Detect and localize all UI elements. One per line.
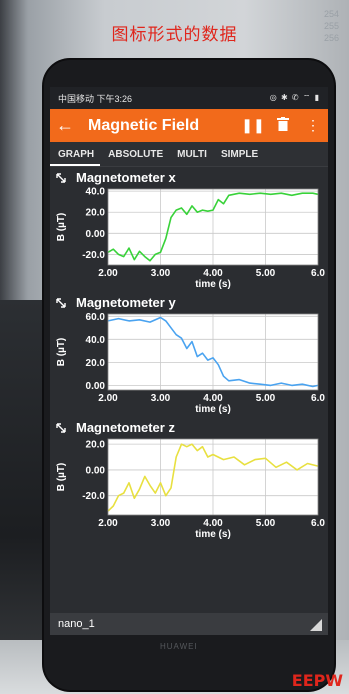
y-tick-label: 20.0 — [86, 358, 106, 369]
magnetometer-x-chart: 40.0 20.0 0.00 -20.0 2.00 3.00 4.00 5.00 6.0 time… — [56, 187, 325, 290]
magnetometer-z-panel: Magnetometer z 20.0 0.00 -20.0 2.00 3.00 4.00… — [50, 417, 328, 542]
overlay-caption: 图标形式的数据 — [111, 25, 238, 45]
more-options-icon[interactable]: ⋮ — [298, 117, 328, 134]
y-axis-label: B (µT) — [56, 213, 67, 242]
tab-bar: GRAPH ABSOLUTE MULTI SIMPLE — [50, 142, 328, 167]
y-tick-label: 40.0 — [86, 187, 106, 198]
background-number: 256 — [323, 33, 339, 43]
x-tick-label: 4.00 — [203, 268, 223, 279]
delete-icon[interactable] — [268, 117, 298, 134]
tab-simple[interactable]: SIMPLE — [213, 149, 264, 166]
trash-icon — [277, 117, 289, 131]
phone-screen: 中国移动 下午3:26 ◎ ✱ ✆ ⌔ ▮ ← Magnetic Field ❚… — [50, 87, 328, 635]
x-tick-label: 5.00 — [256, 518, 276, 529]
x-axis-label: time (s) — [195, 279, 231, 290]
x-axis-label: time (s) — [195, 529, 231, 540]
back-arrow-icon[interactable]: ← — [50, 115, 80, 136]
y-axis-label: B (µT) — [56, 463, 67, 492]
app-bar: ← Magnetic Field ❚❚ ⋮ — [50, 109, 328, 142]
y-tick-label: 20.0 — [86, 208, 106, 219]
x-tick-label: 6.0 — [311, 518, 325, 529]
y-tick-label: 60.0 — [86, 312, 106, 323]
background-numbers: 254 255 256 — [324, 8, 339, 44]
y-tick-label: -20.0 — [82, 250, 105, 261]
watermark-logo: EEPW — [291, 671, 343, 690]
device-name: nano_1 — [58, 618, 95, 630]
magnetometer-y-panel: Magnetometer y 60.0 40.0 20.0 0.00 2.00 3.00 4… — [50, 292, 328, 417]
y-tick-label: 0.00 — [86, 465, 106, 476]
pause-icon[interactable]: ❚❚ — [238, 117, 268, 134]
y-tick-label: 0.00 — [86, 229, 106, 240]
x-tick-label: 3.00 — [151, 518, 171, 529]
x-tick-label: 3.00 — [151, 393, 171, 404]
x-tick-label: 2.00 — [98, 393, 118, 404]
status-bar: 中国移动 下午3:26 ◎ ✱ ✆ ⌔ ▮ — [50, 87, 328, 109]
y-axis-label: B (µT) — [56, 338, 67, 367]
tab-absolute[interactable]: ABSOLUTE — [100, 149, 169, 166]
x-tick-label: 2.00 — [98, 518, 118, 529]
y-tick-label: 0.00 — [86, 381, 106, 392]
x-axis-label: time (s) — [195, 404, 231, 415]
device-footer: nano_1 — [50, 613, 328, 635]
carrier-time: 中国移动 下午3:26 — [58, 93, 133, 104]
tab-multi[interactable]: MULTI — [169, 149, 213, 166]
x-tick-label: 5.00 — [256, 393, 276, 404]
magnetometer-y-chart: 60.0 40.0 20.0 0.002.00 3.00 4.00 5.00 6.0 time … — [56, 312, 325, 415]
resize-corner-icon[interactable] — [310, 619, 322, 631]
tab-graph[interactable]: GRAPH — [50, 149, 101, 166]
app-title: Magnetic Field — [88, 116, 200, 134]
background-number: 254 — [323, 9, 339, 19]
magnetometer-z-chart: 20.0 0.00 -20.0 2.00 3.00 4.00 5.00 6.0 time (s)… — [56, 438, 325, 540]
x-tick-label: 5.00 — [256, 268, 276, 279]
x-tick-label: 3.00 — [151, 268, 171, 279]
x-tick-label: 6.0 — [311, 393, 325, 404]
x-tick-label: 2.00 — [98, 268, 118, 279]
x-tick-label: 4.00 — [203, 393, 223, 404]
y-tick-label: -20.0 — [82, 491, 105, 502]
y-tick-label: 40.0 — [86, 335, 106, 346]
x-tick-label: 4.00 — [203, 518, 223, 529]
keyboard-shadow — [0, 300, 48, 694]
background-number: 255 — [323, 21, 339, 31]
status-icons: ◎ ✱ ✆ ⌔ ▮ — [269, 93, 320, 102]
phone-brand: HUAWEI — [160, 642, 198, 651]
magnetometer-x-panel: Magnetometer x 40.0 20.0 0.00 -20.0 2.00 3.00… — [50, 167, 328, 292]
x-tick-label: 6.0 — [311, 268, 325, 279]
y-tick-label: 20.0 — [86, 440, 106, 451]
